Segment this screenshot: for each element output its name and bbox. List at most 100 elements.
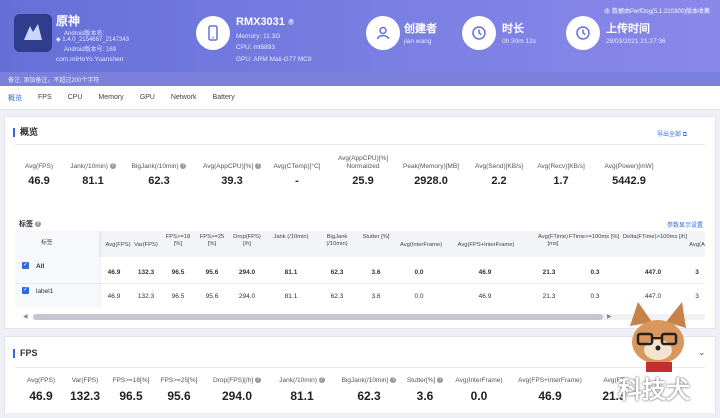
metric-label: Avg(CTemp)[°C] [273,163,321,170]
column-header[interactable]: FTime>=100ms [%] [565,234,623,241]
row-checkbox[interactable]: ✓ [22,262,29,269]
column-header[interactable]: FPS>=18 [%] [161,234,195,248]
creator-label: 创建者 [404,23,437,35]
table-cell: 62.3 [330,293,344,300]
history-icon [566,16,600,50]
help-icon[interactable]: ? [437,377,444,384]
tab-battery[interactable]: Battery [213,94,235,101]
table-cell: 81.1 [284,269,298,276]
overview-title: 概览 [13,128,38,137]
metric-label: Avg(AppCPU)[%] [203,163,254,170]
row-checkbox[interactable]: ✓ [22,287,29,294]
app-icon [14,14,52,52]
version-name: ◆ 1.4.0_2154667_2147343 [56,37,130,43]
scroll-right-icon[interactable]: ▶ [607,313,612,320]
app-name: 原神 [56,14,81,28]
column-header[interactable]: Delta(FTime)>100ms [/h] [619,234,691,241]
fps-metric-drop: Drop(FPS)[/h] ? 294.0 [201,377,273,403]
metric-avg-recv: Avg(Recv)[KB/s] 1.7 [525,163,597,187]
row-name: label1 [36,288,54,295]
column-header[interactable]: FPS>=25 [%] [195,234,229,248]
horizontal-scrollbar-thumb[interactable] [33,314,603,320]
table-cell: 294.0 [238,293,256,300]
phone-icon [196,16,230,50]
device-model: RMX3031 ? [236,16,294,28]
metric-label: Peak(Memory)[MB] [403,163,459,170]
info-icon[interactable]: ? [287,19,294,26]
table-cell: 0.3 [590,293,600,300]
table-cell: 447.0 [644,293,662,300]
column-header[interactable]: Avg(FPS+InterFrame) [451,238,521,252]
table-cell: 46.9 [107,269,121,276]
metric-label: Avg(InterFrame) [455,377,503,384]
metric-value: 5442.9 [612,175,646,187]
tab-cpu[interactable]: CPU [68,94,83,101]
metric-value: 81.1 [290,389,314,403]
table-cell: 96.5 [171,269,185,276]
tab-network[interactable]: Network [171,94,197,101]
help-icon[interactable]: ? [180,163,187,170]
column-header[interactable]: BigJank (/10min) [317,234,357,248]
help-icon[interactable]: ? [34,221,41,228]
tab-memory[interactable]: Memory [98,94,123,101]
duration-value: 0h 30m 12s [502,38,536,45]
help-icon[interactable]: ? [109,163,116,170]
mascot-watermark: 科技犬 [616,300,720,413]
tab-gpu[interactable]: GPU [140,94,155,101]
column-header[interactable]: Drop(FPS) [/h] [230,234,264,248]
table-cell: 447.0 [644,269,662,276]
upload-time-value: 28/03/2021 21:27:36 [606,38,666,45]
device-cpu: CPU: mt6893 [236,44,276,51]
column-header[interactable]: Var(FPS) [129,238,163,252]
metric-label: Avg(FPS+InterFrame) [518,377,582,384]
note-field[interactable]: 备注: 添加备注，不超过200个字符 [0,72,720,86]
package-name: com.miHoYo.Yuanshen [56,56,124,63]
duration-label: 时长 [502,23,524,35]
watermark-text: 科技犬 [618,376,690,404]
column-header[interactable]: Jank (/10min) [273,234,309,241]
help-icon[interactable]: ? [254,377,261,384]
frozen-column [15,231,99,307]
column-header[interactable]: Avg(A [689,238,705,252]
table-cell: 21.3 [542,269,556,276]
divider [15,283,705,284]
version-note-text: 数据由PerfDog(5.1.210300)版本收集 [611,9,710,15]
export-all-link[interactable]: 导出全部 ⧉ [657,129,687,139]
divider [15,367,705,368]
tags-title: 标签 ? [19,219,41,229]
fps-metric-interframe: Avg(InterFrame) 0.0 [445,377,513,403]
metric-value: 46.9 [538,389,562,403]
metric-value: 1.7 [553,175,569,187]
fps-metric-jank: Jank(/10min) ? 81.1 [265,377,339,403]
tab-overview[interactable]: 概览 [8,93,22,103]
device-memory: Memory: 11.3G [236,33,281,40]
table-cell: 62.3 [330,269,344,276]
clock-icon [462,16,496,50]
metric-jank: Jank(/10min) ? 81.1 [55,163,131,187]
metric-label: Jank(/10min) [70,163,108,170]
metric-label: Avg(AppCPU)[%] Normalized [337,155,389,170]
metric-label: Avg(Recv)[KB/s] [537,163,585,170]
help-icon[interactable]: ? [318,377,325,384]
table-cell: 46.9 [478,293,492,300]
metric-ctemp: Avg(CTemp)[°C] - [259,163,335,187]
export-icon: ⧉ [682,132,687,138]
column-header[interactable]: Avg(InterFrame) [391,238,451,252]
metric-value: 2928.0 [414,175,448,187]
table-cell: 46.9 [478,269,492,276]
fps-card: FPS ⌄ Avg(FPS) 46.9 Var(FPS) 132.3 FPS>=18… [4,336,716,413]
table-cell: 294.0 [238,269,256,276]
upload-time-label: 上传时间 [606,23,650,35]
report-header: 原神 Android版本名: ◆ 1.4.0_2154667_2147343 A… [0,0,720,72]
metric-avg-power: Avg(Power)[mW] 5442.9 [591,163,667,187]
scroll-left-icon[interactable]: ◀ [23,313,28,320]
row-name: All [36,263,45,270]
overview-card: 概览 导出全部 ⧉ Avg(FPS) 46.9 Jank(/10min) ? 81.… [4,116,716,329]
table-cell: 46.9 [107,293,121,300]
column-header[interactable]: Stutter [%] [361,234,391,241]
display-settings-link[interactable]: 参数显示设置 [667,220,703,229]
tab-fps[interactable]: FPS [38,94,52,101]
fps-title: FPS [13,349,38,358]
table-cell: 132.3 [137,293,155,300]
column-header-label: 标签 [41,240,53,246]
